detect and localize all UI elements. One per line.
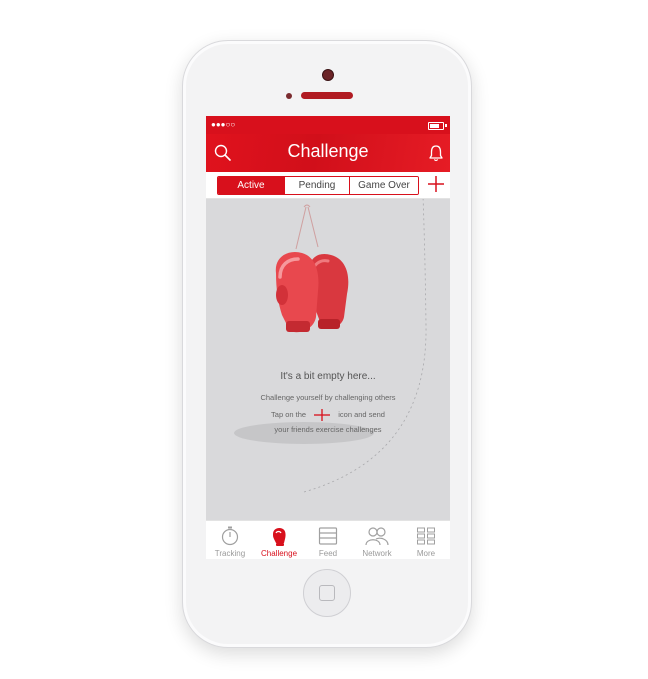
tab-network[interactable]: Network — [353, 521, 401, 559]
tab-bar: Tracking Challenge Feed Network More — [206, 520, 450, 559]
segment-active[interactable]: Active — [218, 177, 284, 194]
battery-icon — [428, 122, 444, 130]
people-icon — [365, 527, 389, 546]
empty-state-line-1: Challenge yourself by challenging others — [260, 393, 396, 402]
tab-label: Network — [362, 549, 392, 558]
status-bar: ●●●○○ — [206, 116, 450, 134]
empty-state-line-2-end: icon and send — [338, 409, 385, 419]
battery-tip — [445, 124, 447, 127]
segment-bar: Active Pending Game Over — [206, 172, 450, 199]
empty-state: It's a bit empty here... Challenge yours… — [206, 199, 450, 521]
segment-pending[interactable]: Pending — [284, 177, 349, 194]
boxing-glove-icon — [273, 528, 286, 546]
nav-bar: Challenge — [206, 134, 450, 172]
grid-icon — [417, 527, 435, 545]
bell-icon[interactable] — [426, 143, 446, 163]
phone-frame: ●●●○○ Challenge Active Pending Game Over — [182, 40, 472, 648]
tab-label: More — [416, 549, 436, 558]
home-button-square — [319, 585, 335, 601]
home-button[interactable] — [303, 569, 351, 617]
segment-game-over[interactable]: Game Over — [349, 177, 418, 194]
boxing-gloves-illustration — [234, 199, 427, 493]
speaker-grille — [301, 92, 353, 99]
empty-state-line-3: your friends exercise challenges — [274, 425, 382, 434]
empty-state-title: It's a bit empty here... — [280, 371, 376, 382]
empty-state-line-2: Tap on the icon and send — [206, 409, 450, 421]
tab-label: Tracking — [214, 549, 246, 558]
tab-more[interactable]: More — [402, 521, 450, 559]
tab-challenge[interactable]: Challenge — [255, 521, 303, 559]
tab-label: Challenge — [260, 549, 298, 558]
segmented-control: Active Pending Game Over — [217, 176, 419, 195]
inline-plus-icon — [314, 409, 331, 421]
feed-icon — [318, 527, 338, 545]
tab-feed[interactable]: Feed — [304, 521, 352, 559]
signal-indicator: ●●●○○ — [211, 120, 236, 129]
empty-state-line-2-start: Tap on the — [271, 409, 307, 419]
stopwatch-icon — [221, 526, 239, 546]
plus-icon[interactable] — [426, 174, 446, 194]
page-title: Challenge — [287, 141, 369, 161]
camera-icon — [322, 69, 334, 81]
tab-label: Feed — [318, 549, 338, 558]
tab-tracking[interactable]: Tracking — [206, 521, 254, 559]
screen: ●●●○○ Challenge Active Pending Game Over — [206, 116, 450, 559]
sensor — [286, 93, 292, 99]
